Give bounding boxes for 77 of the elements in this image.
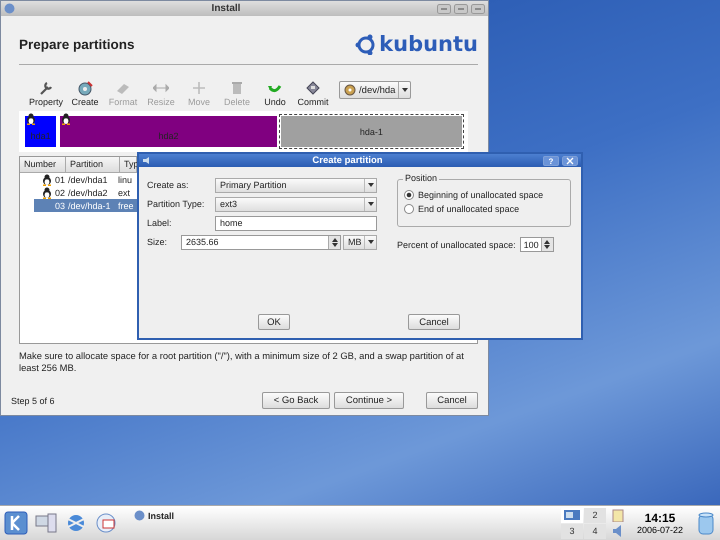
logo-icon [354, 33, 376, 55]
cancel-button[interactable]: Cancel [408, 314, 460, 330]
spin-arrows-icon[interactable] [332, 238, 338, 246]
step-label: Step 5 of 6 [11, 396, 56, 406]
app-icon [134, 510, 145, 521]
window-title: Install [210, 3, 242, 14]
table-cell-text: /dev/hda-1 [68, 200, 112, 210]
table-cell: 01 [54, 174, 65, 184]
table-cell-text: /dev/hda1 [68, 174, 109, 184]
desktop-pager[interactable]: 2 3 4 [561, 508, 606, 538]
field-label: Partition Type: [147, 199, 206, 209]
taskbar-button[interactable]: Install [134, 510, 555, 521]
dropdown-arrow-icon [402, 88, 408, 92]
clock-date: 2006-07-22 [636, 525, 684, 535]
dialog-title: Create partition [311, 155, 384, 166]
penguin-icon [42, 174, 52, 186]
penguin-icon [42, 186, 52, 198]
drive-icon [344, 84, 356, 96]
radio-button[interactable] [404, 190, 414, 200]
speaker-icon [142, 156, 152, 165]
minimize-button[interactable] [437, 4, 451, 14]
text-field[interactable]: home [215, 216, 377, 230]
ok-button[interactable]: OK [258, 314, 290, 330]
window-preview-icon[interactable] [563, 509, 581, 521]
field-label: Label: [147, 218, 173, 228]
desktop-icon[interactable] [34, 511, 58, 535]
partition-segment[interactable]: hda-1 [278, 114, 464, 149]
hint-text: Make sure to allocate space for a root partition ("/"), with a minimum size of 2 GB, and a swap partition of at least 256 MB. [19, 350, 464, 373]
k-menu-icon[interactable] [4, 511, 28, 535]
table-row[interactable]: 03 /dev/hda-1 free [34, 199, 137, 212]
option-label[interactable]: Beginning of unallocated space [418, 190, 544, 200]
dropdown-arrow-icon [368, 202, 374, 206]
back-button[interactable]: < Go Back [262, 392, 330, 409]
desktop-number[interactable]: 3 [561, 524, 583, 538]
table-cell-text: ext [118, 188, 132, 198]
desktop-number[interactable]: 2 [584, 508, 606, 522]
logo-text: kubuntu [379, 32, 478, 56]
field-label: Create as: [147, 180, 190, 190]
table-cell-text: /dev/hda2 [68, 188, 109, 198]
table-row[interactable]: 02 /dev/hda2 ext [34, 186, 137, 199]
dropdown-arrow-icon [368, 240, 374, 244]
column-header[interactable]: Partition [66, 157, 120, 172]
column-header[interactable]: Number [20, 157, 66, 172]
cancel-button[interactable]: Cancel [426, 392, 478, 409]
table-cell-text: free [118, 200, 135, 210]
radio-button[interactable] [404, 204, 414, 214]
continue-button[interactable]: Continue > [334, 392, 404, 409]
commit-button[interactable]: Commit [295, 80, 332, 107]
group-title: Position [403, 173, 440, 183]
desktop-number[interactable]: 4 [584, 524, 606, 538]
field-label: Size: [147, 237, 168, 247]
page-heading: Prepare partitions [19, 36, 135, 52]
dropdown-arrow-icon [368, 183, 374, 187]
combo-box[interactable]: ext3 [215, 196, 377, 212]
property-button[interactable]: Property [27, 80, 66, 107]
table-cell-text: linu [118, 174, 134, 184]
trash-icon[interactable] [696, 510, 716, 536]
table-row[interactable]: 01 /dev/hda1 linu [34, 173, 137, 186]
spin-arrows-icon[interactable] [544, 240, 550, 249]
speaker-icon[interactable] [612, 524, 624, 538]
unit-combo[interactable]: MB [343, 234, 377, 250]
option-label[interactable]: End of unallocated space [418, 204, 520, 214]
move-icon [191, 80, 208, 96]
undo-button[interactable]: Undo [257, 80, 294, 107]
table-cell: 02 [54, 188, 65, 198]
create-button[interactable]: Create [67, 80, 104, 107]
clock-time: 14:15 [644, 511, 676, 525]
device-combo[interactable]: /dev/hda [339, 81, 412, 99]
wrench-icon [38, 80, 54, 96]
field-label: Percent of unallocated space: [397, 240, 516, 250]
app-icon [4, 3, 15, 14]
combo-box[interactable]: Primary Partition [215, 178, 377, 192]
number-field[interactable]: 2635.66 [181, 234, 341, 250]
clipboard-icon[interactable] [612, 508, 624, 522]
number-field[interactable]: 100 [520, 237, 554, 252]
table-cell: 03 [54, 200, 65, 210]
disk-icon [77, 80, 94, 96]
